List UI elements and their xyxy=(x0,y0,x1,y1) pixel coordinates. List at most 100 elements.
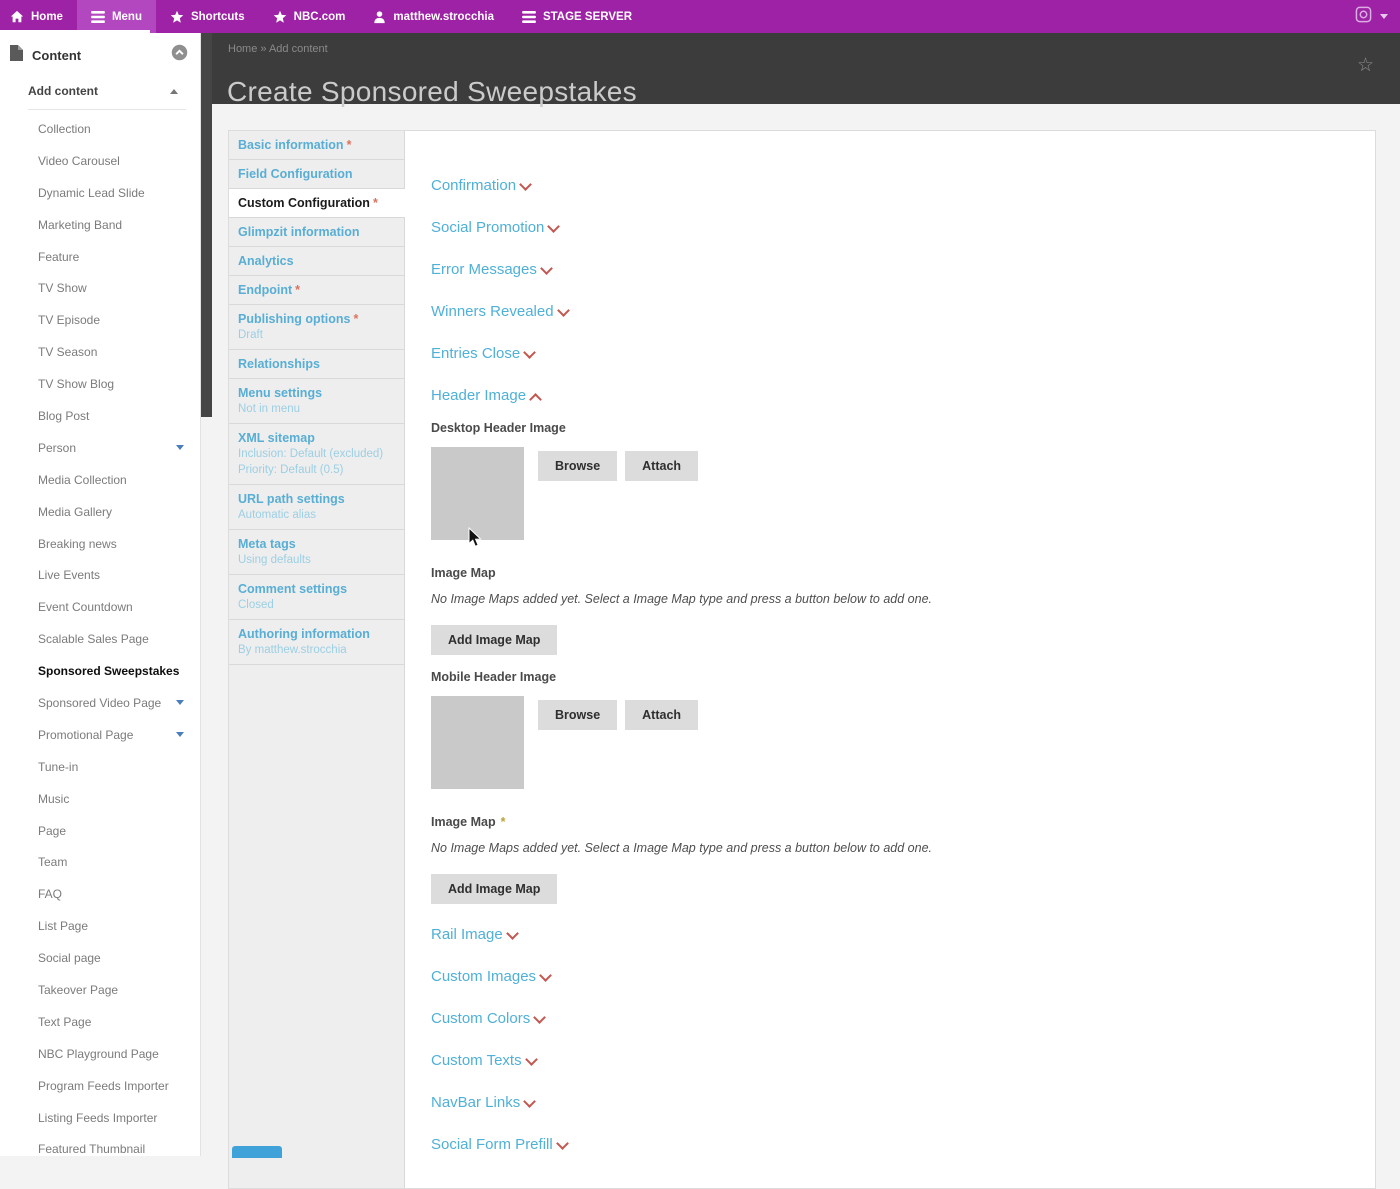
required-marker: * xyxy=(373,196,378,210)
toolbar-item-menu[interactable]: Menu xyxy=(77,0,156,33)
star-icon xyxy=(273,10,287,24)
page-scrollbar-thumb[interactable] xyxy=(201,33,212,417)
main-region: Home » Add content Create Sponsored Swee… xyxy=(200,33,1400,1156)
section-entries-close[interactable]: Entries Close xyxy=(431,345,1345,387)
section-custom-texts[interactable]: Custom Texts xyxy=(431,1052,1345,1094)
vertical-tab-meta-tags[interactable]: Meta tags Using defaults xyxy=(229,530,404,575)
section-confirmation[interactable]: Confirmation xyxy=(431,177,1345,219)
sidebar-item-person[interactable]: Person xyxy=(0,432,200,464)
tab-summary: Priority: Default (0.5) xyxy=(238,463,396,478)
desktop-header-image-widget: Browse Attach xyxy=(431,447,1345,540)
image-map-label: Image Map xyxy=(431,566,1345,580)
breadcrumb[interactable]: Home » Add content xyxy=(228,43,328,55)
vertical-tab-publishing-options[interactable]: Publishing options* Draft xyxy=(229,305,404,350)
vertical-tab-authoring-information[interactable]: Authoring information By matthew.strocch… xyxy=(229,620,404,665)
sidebar-item-list-page[interactable]: List Page xyxy=(0,910,200,942)
sidebar-item-video-carousel[interactable]: Video Carousel xyxy=(0,145,200,177)
content-sidebar: Content Add content Collection Video Car… xyxy=(0,33,201,1156)
image-placeholder xyxy=(431,696,524,789)
sidebar-item-page[interactable]: Page xyxy=(0,815,200,847)
sidebar-item-promotional-page[interactable]: Promotional Page xyxy=(0,719,200,751)
section-social-form-prefill[interactable]: Social Form Prefill xyxy=(431,1136,1345,1178)
collapse-circle-icon[interactable] xyxy=(171,44,188,66)
sidebar-item-text-page[interactable]: Text Page xyxy=(0,1006,200,1038)
sidebar-item-social-page[interactable]: Social page xyxy=(0,942,200,974)
sidebar-item-tv-season[interactable]: TV Season xyxy=(0,336,200,368)
section-rail-image[interactable]: Rail Image xyxy=(431,926,1345,968)
section-header-image[interactable]: Header Image xyxy=(431,387,1345,421)
vertical-tab-endpoint[interactable]: Endpoint* xyxy=(229,276,404,305)
menu-tray-indicator xyxy=(0,30,150,34)
vertical-tab-analytics[interactable]: Analytics xyxy=(229,247,404,276)
content-type-list: Collection Video Carousel Dynamic Lead S… xyxy=(0,113,200,1165)
section-social-promotion[interactable]: Social Promotion xyxy=(431,219,1345,261)
sidebar-item-media-gallery[interactable]: Media Gallery xyxy=(0,496,200,528)
toolbar-item-home[interactable]: Home xyxy=(0,0,77,33)
browse-button[interactable]: Browse xyxy=(538,451,617,481)
sidebar-item-media-collection[interactable]: Media Collection xyxy=(0,464,200,496)
sidebar-item-marketing-band[interactable]: Marketing Band xyxy=(0,209,200,241)
sidebar-item-collection[interactable]: Collection xyxy=(0,113,200,145)
vertical-tab-menu-settings[interactable]: Menu settings Not in menu xyxy=(229,379,404,424)
toolbar-item-nbc[interactable]: NBC.com xyxy=(259,0,360,33)
chevron-down-icon xyxy=(523,1095,536,1108)
sidebar-item-tv-episode[interactable]: TV Episode xyxy=(0,304,200,336)
sidebar-item-team[interactable]: Team xyxy=(0,846,200,878)
sidebar-item-featured-thumbnail[interactable]: Featured Thumbnail xyxy=(0,1134,200,1166)
collapsed-sections-bottom: Rail Image Custom Images Custom Colors C… xyxy=(431,926,1345,1178)
attach-button[interactable]: Attach xyxy=(625,700,698,730)
sidebar-item-event-countdown[interactable]: Event Countdown xyxy=(0,591,200,623)
save-button-partial[interactable] xyxy=(232,1146,282,1158)
vertical-tab-xml-sitemap[interactable]: XML sitemap Inclusion: Default (excluded… xyxy=(229,424,404,485)
toolbar-item-stage-server[interactable]: STAGE SERVER xyxy=(508,0,646,33)
sidebar-section-add-content[interactable]: Add content xyxy=(0,66,200,109)
sidebar-item-scalable-sales-page[interactable]: Scalable Sales Page xyxy=(0,623,200,655)
sidebar-item-nbc-playground-page[interactable]: NBC Playground Page xyxy=(0,1038,200,1070)
sidebar-item-dynamic-lead-slide[interactable]: Dynamic Lead Slide xyxy=(0,177,200,209)
sidebar-item-live-events[interactable]: Live Events xyxy=(0,559,200,591)
vertical-tab-relationships[interactable]: Relationships xyxy=(229,350,404,379)
sidebar-item-tune-in[interactable]: Tune-in xyxy=(0,751,200,783)
chevron-down-icon xyxy=(548,220,561,233)
sidebar-item-sponsored-video-page[interactable]: Sponsored Video Page xyxy=(0,687,200,719)
add-image-map-button[interactable]: Add Image Map xyxy=(431,874,557,904)
browse-button[interactable]: Browse xyxy=(538,700,617,730)
sidebar-item-sponsored-sweepstakes[interactable]: Sponsored Sweepstakes xyxy=(0,655,200,687)
required-marker: * xyxy=(354,312,359,326)
sidebar-item-takeover-page[interactable]: Takeover Page xyxy=(0,974,200,1006)
vertical-tab-basic-information[interactable]: Basic information* xyxy=(229,131,404,160)
chevron-down-icon[interactable] xyxy=(1380,14,1388,19)
favorite-star-icon[interactable]: ☆ xyxy=(1357,56,1374,75)
section-winners-revealed[interactable]: Winners Revealed xyxy=(431,303,1345,345)
toolbar-item-user[interactable]: matthew.strocchia xyxy=(359,0,508,33)
section-custom-colors[interactable]: Custom Colors xyxy=(431,1010,1345,1052)
sidebar-item-tv-show-blog[interactable]: TV Show Blog xyxy=(0,368,200,400)
editor-icon[interactable] xyxy=(1355,6,1372,28)
toolbar-item-shortcuts[interactable]: Shortcuts xyxy=(156,0,259,33)
sidebar-item-blog-post[interactable]: Blog Post xyxy=(0,400,200,432)
vertical-tab-glimpzit-information[interactable]: Glimpzit information xyxy=(229,218,404,247)
add-image-map-button[interactable]: Add Image Map xyxy=(431,625,557,655)
sidebar-item-music[interactable]: Music xyxy=(0,783,200,815)
vertical-tab-comment-settings[interactable]: Comment settings Closed xyxy=(229,575,404,620)
sidebar-item-tv-show[interactable]: TV Show xyxy=(0,272,200,304)
mobile-header-image-widget: Browse Attach xyxy=(431,696,1345,789)
section-navbar-links[interactable]: NavBar Links xyxy=(431,1094,1345,1136)
sidebar-item-listing-feeds-importer[interactable]: Listing Feeds Importer xyxy=(0,1102,200,1134)
chevron-down-icon xyxy=(523,346,536,359)
sidebar-item-breaking-news[interactable]: Breaking news xyxy=(0,528,200,560)
attach-button[interactable]: Attach xyxy=(625,451,698,481)
admin-toolbar: Home Menu Shortcuts NBC.com matthew.stro… xyxy=(0,0,1400,33)
vertical-tab-url-path-settings[interactable]: URL path settings Automatic alias xyxy=(229,485,404,530)
tab-summary: Using defaults xyxy=(238,553,396,568)
section-custom-images[interactable]: Custom Images xyxy=(431,968,1345,1010)
required-marker: * xyxy=(501,815,506,829)
section-error-messages[interactable]: Error Messages xyxy=(431,261,1345,303)
vertical-tab-field-configuration[interactable]: Field Configuration xyxy=(229,160,404,189)
sidebar-item-faq[interactable]: FAQ xyxy=(0,878,200,910)
sidebar-item-program-feeds-importer[interactable]: Program Feeds Importer xyxy=(0,1070,200,1102)
vertical-tab-custom-configuration[interactable]: Custom Configuration* xyxy=(229,189,405,218)
divider xyxy=(28,109,186,110)
chevron-down-icon xyxy=(533,1011,546,1024)
sidebar-item-feature[interactable]: Feature xyxy=(0,241,200,273)
